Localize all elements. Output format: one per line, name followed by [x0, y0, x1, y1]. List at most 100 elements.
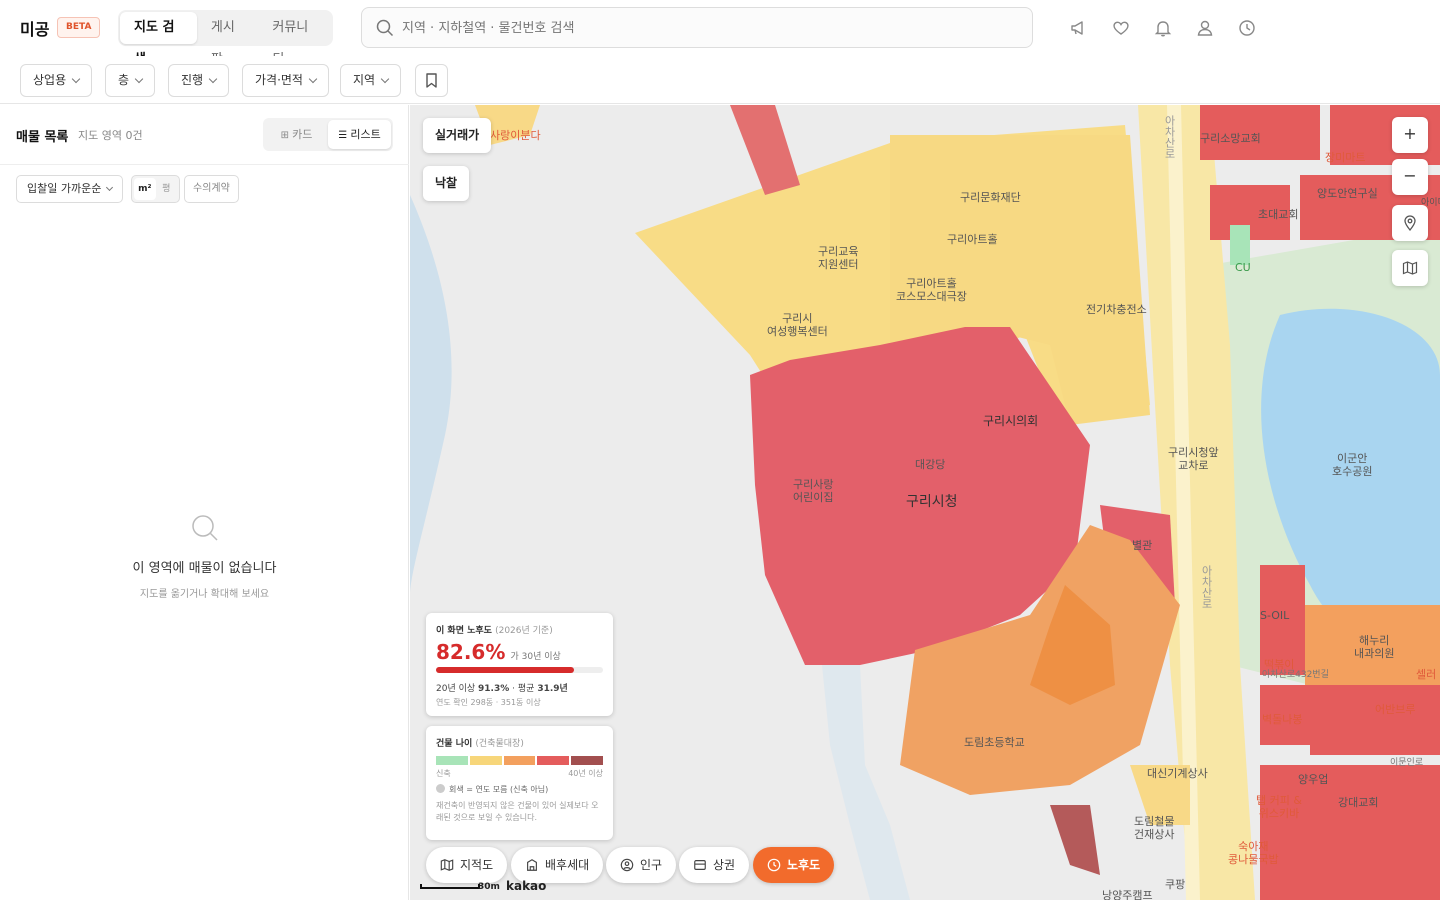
- layer-households-button[interactable]: 배후세대: [511, 847, 604, 883]
- app-logo[interactable]: 미공: [20, 16, 49, 40]
- poi-label[interactable]: 강대교회: [1338, 796, 1378, 809]
- contract-filter-button[interactable]: 수의계약: [184, 175, 239, 203]
- empty-state-title: 이 영역에 매물이 없습니다: [132, 561, 277, 576]
- bell-icon[interactable]: [1153, 18, 1173, 38]
- aging-percent-row: 82.6% 가 30년 이상: [436, 640, 603, 664]
- megaphone-icon[interactable]: [1069, 18, 1089, 38]
- chevron-down-icon: [106, 183, 114, 192]
- map-canvas[interactable]: 구리문화재단 구리아트홀 구리교육 지원센터 구리아트홀 코스모스대극장 구리시…: [410, 105, 1440, 900]
- poi-label[interactable]: 셀러: [1416, 668, 1436, 681]
- filter-label: 층: [118, 73, 130, 87]
- poi-label[interactable]: 떡볶이: [1264, 658, 1294, 671]
- poi-label[interactable]: 어반브루: [1375, 703, 1415, 716]
- poi-label[interactable]: 대신기계상사: [1147, 767, 1208, 780]
- poi-label[interactable]: 탭 커피 & 위스키바: [1256, 794, 1302, 820]
- sort-dropdown[interactable]: 입찰일 가까운순: [16, 175, 124, 203]
- scale-bar: [420, 884, 480, 889]
- chevron-down-icon: [71, 74, 81, 84]
- unit-pyeong-button[interactable]: 평: [156, 178, 178, 200]
- aging-detail-mid: · 평균: [512, 684, 535, 694]
- poi-label[interactable]: CU: [1235, 261, 1251, 274]
- poi-label[interactable]: 대강당: [915, 458, 945, 471]
- poi-label[interactable]: 양우업: [1298, 773, 1328, 786]
- poi-label[interactable]: S-OIL: [1260, 609, 1289, 622]
- heart-icon[interactable]: [1111, 18, 1131, 38]
- road-label: 아차산로: [1200, 565, 1213, 609]
- aging-percent: 82.6%: [436, 640, 506, 664]
- poi-label[interactable]: 구리사랑 어린이집: [793, 478, 833, 504]
- tab-board[interactable]: 게시판: [197, 12, 258, 67]
- poi-label[interactable]: 이군안 호수공원: [1332, 452, 1372, 478]
- search-input[interactable]: [402, 16, 1002, 40]
- clock-icon[interactable]: [1237, 18, 1257, 38]
- poi-label[interactable]: 낭양주캠프: [1102, 889, 1153, 900]
- filter-label: 지역: [353, 73, 376, 87]
- poi-label[interactable]: 도림초등학교: [964, 736, 1025, 749]
- poi-label[interactable]: 구리교육 지원센터: [818, 245, 858, 271]
- layer-commercial-button[interactable]: 상권: [679, 847, 750, 883]
- map-icon: [440, 859, 454, 871]
- view-card-button[interactable]: ⊞ 카드: [265, 120, 328, 149]
- main-nav-tabs: 지도 검색 게시판 커뮤니티: [118, 10, 333, 67]
- building-age-legend: 건물 나이 (건축물대장) 신축 40년 이상 회색 = 연도 모름 (신축 아…: [426, 726, 613, 840]
- toggle-real-trade[interactable]: 실거래가: [423, 118, 492, 153]
- listing-count: 지도 영역 0건: [78, 129, 143, 142]
- unit-toggle: m² 평: [131, 175, 180, 203]
- poi-label[interactable]: 사랑이분다: [490, 129, 541, 142]
- zoom-out-button[interactable]: −: [1392, 159, 1428, 195]
- aging-caption-text: 이 화면 노후도: [436, 626, 492, 636]
- poi-label[interactable]: 구리시 여성행복센터: [767, 312, 828, 338]
- search-box[interactable]: [361, 7, 1033, 48]
- poi-label[interactable]: 구리시청앞 교차로: [1168, 446, 1219, 472]
- poi-label[interactable]: 구리소망교회: [1200, 132, 1261, 145]
- view-list-button[interactable]: ☰ 리스트: [328, 120, 391, 149]
- filter-progress[interactable]: 진행: [168, 64, 230, 97]
- filter-price-area[interactable]: 가격·면적: [242, 64, 329, 97]
- listing-title: 매물 목록: [16, 130, 69, 145]
- tab-map-search[interactable]: 지도 검색: [120, 12, 197, 67]
- poi-label[interactable]: 초대교회: [1258, 208, 1298, 221]
- sort-label: 입찰일 가까운순: [27, 182, 102, 195]
- filter-region[interactable]: 지역: [340, 64, 402, 97]
- poi-label[interactable]: 벽돌나봉: [1262, 713, 1302, 726]
- legend-gray-note: 회색 = 연도 모름 (신축 아님): [449, 785, 549, 794]
- chevron-down-icon: [208, 74, 218, 84]
- user-icon[interactable]: [1195, 18, 1215, 38]
- my-location-button[interactable]: [1392, 205, 1428, 241]
- poi-label[interactable]: 구리아트홀: [947, 233, 998, 246]
- layer-cadastral-button[interactable]: 지적도: [426, 847, 508, 883]
- tab-community[interactable]: 커뮤니티: [258, 12, 331, 67]
- view-card-label: 카드: [292, 128, 313, 141]
- poi-label[interactable]: 도림철물 건재상사: [1134, 815, 1174, 841]
- legend-right-label: 40년 이상: [568, 769, 603, 778]
- layer-aging-button[interactable]: 노후도: [753, 847, 835, 883]
- chevron-down-icon: [380, 74, 390, 84]
- bookmark-button[interactable]: [415, 64, 448, 97]
- unit-m2-button[interactable]: m²: [134, 178, 156, 200]
- poi-label[interactable]: 양도안연구실: [1317, 187, 1378, 200]
- filter-floor[interactable]: 층: [105, 64, 156, 97]
- poi-label[interactable]: 구리아트홀 코스모스대극장: [896, 277, 967, 303]
- poi-label[interactable]: 장미마트: [1325, 151, 1365, 164]
- zoom-in-button[interactable]: +: [1392, 117, 1428, 153]
- map-type-button[interactable]: [1392, 250, 1428, 286]
- toggle-auction[interactable]: 낙찰: [423, 166, 470, 201]
- poi-label[interactable]: 쿠팡: [1165, 878, 1185, 891]
- filter-label: 상업용: [33, 73, 67, 87]
- filter-use-type[interactable]: 상업용: [20, 64, 93, 97]
- scale-label: 30m: [478, 882, 500, 892]
- poi-label[interactable]: 별관: [1132, 539, 1152, 552]
- poi-label[interactable]: 구리시의회: [983, 415, 1038, 428]
- poi-label[interactable]: 구리시청: [906, 495, 958, 509]
- layer-population-button[interactable]: 인구: [606, 847, 677, 883]
- poi-label[interactable]: 해누리 내과의원: [1354, 634, 1394, 660]
- legend-caption: 건물 나이 (건축물대장): [436, 736, 603, 749]
- legend-footnote: 재건축이 반영되지 않은 건물이 있어 실제보다 오래된 것으로 보일 수 있습…: [436, 801, 599, 822]
- poi-label[interactable]: 구리문화재단: [960, 191, 1021, 204]
- store-icon: [694, 860, 706, 870]
- poi-label[interactable]: 숙아재 콩나물국밥: [1228, 840, 1279, 866]
- aging-count-note: 연도 확인 298동 · 351동 이상: [436, 698, 541, 707]
- location-pin-icon: [1404, 215, 1416, 232]
- road-label: 아차산로: [1163, 115, 1176, 159]
- poi-label[interactable]: 전기차충전소: [1086, 303, 1147, 316]
